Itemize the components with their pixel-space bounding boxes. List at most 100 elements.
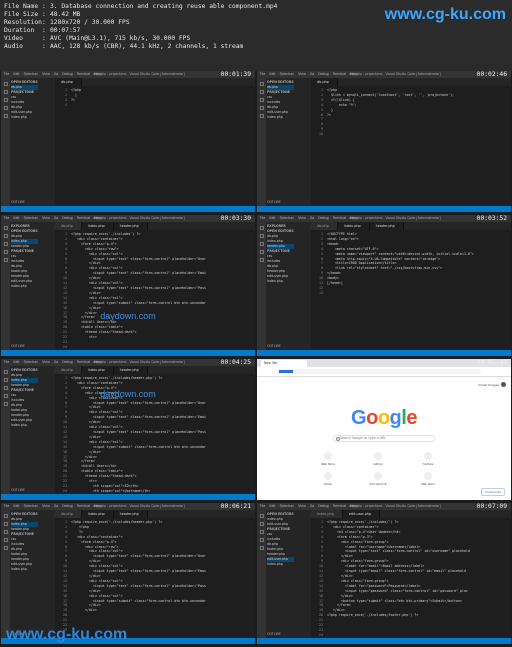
- source-control-icon[interactable]: [3, 98, 8, 102]
- menu-item[interactable]: Terminal: [333, 72, 346, 76]
- extensions-icon[interactable]: [3, 402, 8, 406]
- customize-button[interactable]: Customize: [481, 488, 505, 496]
- editor-tab[interactable]: index.php: [337, 222, 370, 230]
- menu-item[interactable]: View: [298, 72, 306, 76]
- outline-section[interactable]: OUTLINE: [11, 344, 25, 348]
- code-editor[interactable]: 1 2 3 4 5 6 7 8 9 10 11 12 13 <!DOCTYPE h…: [311, 230, 511, 350]
- editor-tab[interactable]: index.php: [311, 510, 343, 518]
- debug-icon[interactable]: [259, 538, 264, 542]
- menu-item[interactable]: Debug: [318, 216, 328, 220]
- search-icon[interactable]: [259, 522, 264, 526]
- menu-item[interactable]: Edit: [13, 360, 19, 364]
- debug-icon[interactable]: [3, 538, 8, 542]
- menu-item[interactable]: Edit: [269, 504, 275, 508]
- files-icon[interactable]: [3, 370, 8, 374]
- file-tree-item[interactable]: index.php: [267, 115, 294, 120]
- extensions-icon[interactable]: [259, 258, 264, 262]
- menu-item[interactable]: Edit: [13, 72, 19, 76]
- menu-item[interactable]: View: [42, 504, 50, 508]
- outline-section[interactable]: OUTLINE: [267, 200, 281, 204]
- code-editor[interactable]: 1 2 3 4 5 6 7 8 9 10 <?php $link = mysqli…: [311, 86, 511, 206]
- search-icon[interactable]: [3, 90, 8, 94]
- menu-item[interactable]: Edit: [269, 216, 275, 220]
- menu-item[interactable]: Go: [310, 216, 314, 220]
- menu-item[interactable]: View: [298, 504, 306, 508]
- editor-tab[interactable]: db.php: [55, 78, 82, 86]
- menu-item[interactable]: Terminal: [77, 504, 90, 508]
- menu-item[interactable]: Debug: [62, 216, 72, 220]
- address-bar[interactable]: [257, 367, 511, 377]
- outline-section[interactable]: OUTLINE: [11, 488, 25, 492]
- code-editor[interactable]: 1 2 3 4 <?php | ?>: [55, 86, 255, 206]
- editor-tab[interactable]: index.php: [81, 222, 114, 230]
- editor-tab[interactable]: index.php: [81, 510, 114, 518]
- file-tree-item[interactable]: index.php: [11, 115, 38, 120]
- menu-item[interactable]: File: [260, 504, 265, 508]
- menu-item[interactable]: Go: [54, 360, 58, 364]
- source-control-icon[interactable]: [259, 242, 264, 246]
- files-icon[interactable]: [3, 226, 8, 230]
- menu-item[interactable]: Terminal: [77, 360, 90, 364]
- avatar[interactable]: [501, 382, 506, 387]
- shortcut-tile[interactable]: Gmail: [315, 472, 341, 486]
- search-icon[interactable]: [3, 522, 8, 526]
- menu-item[interactable]: Selection: [24, 360, 39, 364]
- shortcut-tile[interactable]: Web Store: [315, 452, 341, 466]
- shortcut-tile[interactable]: Add shortcut: [365, 472, 391, 486]
- menu-item[interactable]: View: [42, 216, 50, 220]
- menu-item[interactable]: Selection: [24, 504, 39, 508]
- outline-section[interactable]: OUTLINE: [267, 344, 281, 348]
- code-editor[interactable]: 1 2 3 4 5 6 7 8 9 10 11 12 13 14 15 16 1…: [55, 518, 255, 638]
- menu-item[interactable]: Debug: [318, 504, 328, 508]
- menu-item[interactable]: Selection: [24, 72, 39, 76]
- extensions-icon[interactable]: [3, 114, 8, 118]
- menu-item[interactable]: Terminal: [77, 216, 90, 220]
- file-tree-item[interactable]: index.php: [267, 279, 294, 284]
- extensions-icon[interactable]: [3, 546, 8, 550]
- file-tree-item[interactable]: index.php: [11, 567, 38, 572]
- editor-tab[interactable]: db.php: [311, 78, 338, 86]
- menu-item[interactable]: View: [42, 72, 50, 76]
- editor-tab[interactable]: header.php: [113, 510, 148, 518]
- menu-item[interactable]: Debug: [318, 72, 328, 76]
- files-icon[interactable]: [259, 82, 264, 86]
- menu-item[interactable]: Go: [54, 216, 58, 220]
- extensions-icon[interactable]: [259, 114, 264, 118]
- search-icon[interactable]: [3, 378, 8, 382]
- menu-item[interactable]: Go: [54, 504, 58, 508]
- search-box[interactable]: Search Google or type a URL: [333, 435, 435, 442]
- menu-item[interactable]: Selection: [280, 216, 295, 220]
- menu-item[interactable]: Debug: [62, 504, 72, 508]
- extensions-icon[interactable]: [3, 258, 8, 262]
- menu-item[interactable]: File: [260, 216, 265, 220]
- editor-tab[interactable]: db.php: [311, 222, 338, 230]
- files-icon[interactable]: [3, 514, 8, 518]
- menu-item[interactable]: Terminal: [333, 504, 346, 508]
- menu-item[interactable]: Go: [310, 72, 314, 76]
- search-icon[interactable]: [259, 90, 264, 94]
- shortcut-tile[interactable]: Web Store: [415, 472, 441, 486]
- debug-icon[interactable]: [259, 250, 264, 254]
- menu-item[interactable]: View: [298, 216, 306, 220]
- code-editor[interactable]: 1 2 3 4 5 6 7 8 9 10 11 12 13 14 15 16 1…: [55, 230, 255, 350]
- search-icon[interactable]: [3, 234, 8, 238]
- shortcut-tile[interactable]: Github: [365, 452, 391, 466]
- menu-item[interactable]: View: [42, 360, 50, 364]
- menu-item[interactable]: Terminal: [333, 216, 346, 220]
- source-control-icon[interactable]: [259, 98, 264, 102]
- extensions-icon[interactable]: [259, 546, 264, 550]
- file-tree-item[interactable]: index.php: [11, 423, 38, 428]
- file-tree-item[interactable]: index.php: [267, 562, 294, 567]
- menu-item[interactable]: Selection: [280, 504, 295, 508]
- menu-item[interactable]: Edit: [269, 72, 275, 76]
- menu-item[interactable]: Edit: [13, 504, 19, 508]
- google-header-links[interactable]: Gmail Images: [478, 383, 499, 387]
- menu-item[interactable]: Terminal: [77, 72, 90, 76]
- file-tree-item[interactable]: index.php: [11, 284, 38, 289]
- menu-item[interactable]: Debug: [62, 72, 72, 76]
- shortcut-tile[interactable]: YouTube: [415, 452, 441, 466]
- menu-item[interactable]: Selection: [280, 72, 295, 76]
- files-icon[interactable]: [259, 514, 264, 518]
- source-control-icon[interactable]: [259, 530, 264, 534]
- menu-item[interactable]: Debug: [62, 360, 72, 364]
